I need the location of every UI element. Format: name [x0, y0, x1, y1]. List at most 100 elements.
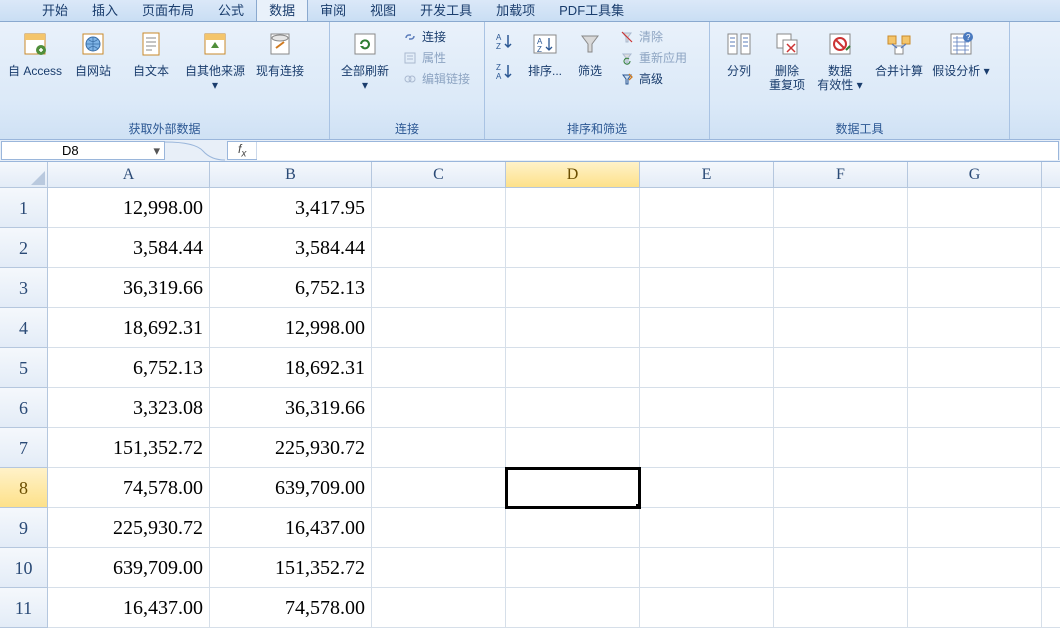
cell-H4[interactable]	[1042, 308, 1060, 348]
row-header-10[interactable]: 10	[0, 548, 48, 588]
cell-H11[interactable]	[1042, 588, 1060, 628]
cell-G8[interactable]	[908, 468, 1042, 508]
cell-D5[interactable]	[506, 348, 640, 388]
cell-C3[interactable]	[372, 268, 506, 308]
row-header-8[interactable]: 8	[0, 468, 48, 508]
from-web-button[interactable]: 自网站	[64, 26, 122, 78]
refresh-all-button[interactable]: 全部刷新 ▾	[336, 26, 394, 92]
cell-H8[interactable]	[1042, 468, 1060, 508]
sort-button[interactable]: AZ 排序...	[521, 26, 569, 78]
cell-F8[interactable]	[774, 468, 908, 508]
consolidate-button[interactable]: 合并计算	[868, 26, 930, 78]
cell-F6[interactable]	[774, 388, 908, 428]
sort-asc-button[interactable]: AZ	[491, 26, 521, 56]
cell-G1[interactable]	[908, 188, 1042, 228]
cell-A2[interactable]: 3,584.44	[48, 228, 210, 268]
cell-B2[interactable]: 3,584.44	[210, 228, 372, 268]
cell-H5[interactable]	[1042, 348, 1060, 388]
cell-E6[interactable]	[640, 388, 774, 428]
cell-C1[interactable]	[372, 188, 506, 228]
cell-D2[interactable]	[506, 228, 640, 268]
cell-A5[interactable]: 6,752.13	[48, 348, 210, 388]
cell-A7[interactable]: 151,352.72	[48, 428, 210, 468]
column-header-E[interactable]: E	[640, 162, 774, 188]
column-header-A[interactable]: A	[48, 162, 210, 188]
cell-D3[interactable]	[506, 268, 640, 308]
cell-D1[interactable]	[506, 188, 640, 228]
tab-公式[interactable]: 公式	[206, 0, 256, 21]
whatif-button[interactable]: ? 假设分析 ▾	[930, 26, 992, 78]
cell-D4[interactable]	[506, 308, 640, 348]
tab-加载项[interactable]: 加载项	[484, 0, 547, 21]
properties-button[interactable]: 属性	[398, 47, 474, 68]
cell-C7[interactable]	[372, 428, 506, 468]
row-header-9[interactable]: 9	[0, 508, 48, 548]
row-header-1[interactable]: 1	[0, 188, 48, 228]
reapply-button[interactable]: 重新应用	[615, 47, 691, 68]
cell-B10[interactable]: 151,352.72	[210, 548, 372, 588]
cell-G7[interactable]	[908, 428, 1042, 468]
cell-B4[interactable]: 12,998.00	[210, 308, 372, 348]
name-box[interactable]: D8 ▾	[1, 141, 165, 160]
cell-F4[interactable]	[774, 308, 908, 348]
cell-A6[interactable]: 3,323.08	[48, 388, 210, 428]
cell-H10[interactable]	[1042, 548, 1060, 588]
row-header-3[interactable]: 3	[0, 268, 48, 308]
cell-A3[interactable]: 36,319.66	[48, 268, 210, 308]
edit-links-button[interactable]: 编辑链接	[398, 68, 474, 89]
existing-conn-button[interactable]: 现有连接	[250, 26, 310, 78]
cell-A8[interactable]: 74,578.00	[48, 468, 210, 508]
cell-E3[interactable]	[640, 268, 774, 308]
fx-icon[interactable]: fx	[228, 142, 257, 159]
column-header-B[interactable]: B	[210, 162, 372, 188]
cell-E10[interactable]	[640, 548, 774, 588]
tab-页面布局[interactable]: 页面布局	[130, 0, 206, 21]
column-header-D[interactable]: D	[506, 162, 640, 188]
cell-G3[interactable]	[908, 268, 1042, 308]
cell-G2[interactable]	[908, 228, 1042, 268]
column-header-C[interactable]: C	[372, 162, 506, 188]
cell-F7[interactable]	[774, 428, 908, 468]
cell-F1[interactable]	[774, 188, 908, 228]
cell-D9[interactable]	[506, 508, 640, 548]
tab-审阅[interactable]: 审阅	[308, 0, 358, 21]
cell-G9[interactable]	[908, 508, 1042, 548]
from-text-button[interactable]: 自文本	[122, 26, 180, 78]
cell-C9[interactable]	[372, 508, 506, 548]
tab-PDF工具集[interactable]: PDF工具集	[547, 0, 636, 21]
cell-H2[interactable]	[1042, 228, 1060, 268]
cell-A11[interactable]: 16,437.00	[48, 588, 210, 628]
cell-F5[interactable]	[774, 348, 908, 388]
cell-G10[interactable]	[908, 548, 1042, 588]
row-header-6[interactable]: 6	[0, 388, 48, 428]
column-header-H[interactable]: H	[1042, 162, 1060, 188]
cell-H1[interactable]	[1042, 188, 1060, 228]
cell-F11[interactable]	[774, 588, 908, 628]
remove-duplicates-button[interactable]: 删除重复项	[762, 26, 812, 92]
cell-G6[interactable]	[908, 388, 1042, 428]
cell-E2[interactable]	[640, 228, 774, 268]
cell-C10[interactable]	[372, 548, 506, 588]
cell-F2[interactable]	[774, 228, 908, 268]
cell-H3[interactable]	[1042, 268, 1060, 308]
tab-数据[interactable]: 数据	[256, 0, 308, 21]
cell-H6[interactable]	[1042, 388, 1060, 428]
cell-D8[interactable]	[506, 468, 640, 508]
cell-B6[interactable]: 36,319.66	[210, 388, 372, 428]
cell-B7[interactable]: 225,930.72	[210, 428, 372, 468]
chevron-down-icon[interactable]: ▾	[153, 143, 160, 159]
data-validation-button[interactable]: 数据有效性 ▾	[812, 26, 868, 92]
cell-H7[interactable]	[1042, 428, 1060, 468]
cell-B3[interactable]: 6,752.13	[210, 268, 372, 308]
cell-F3[interactable]	[774, 268, 908, 308]
cell-C4[interactable]	[372, 308, 506, 348]
tab-开始[interactable]: 开始	[30, 0, 80, 21]
cell-D6[interactable]	[506, 388, 640, 428]
from-access-button[interactable]: 自 Access	[6, 26, 64, 78]
cell-F9[interactable]	[774, 508, 908, 548]
select-all-corner[interactable]	[0, 162, 48, 188]
cell-B1[interactable]: 3,417.95	[210, 188, 372, 228]
tab-插入[interactable]: 插入	[80, 0, 130, 21]
row-header-4[interactable]: 4	[0, 308, 48, 348]
connections-button[interactable]: 连接	[398, 26, 474, 47]
